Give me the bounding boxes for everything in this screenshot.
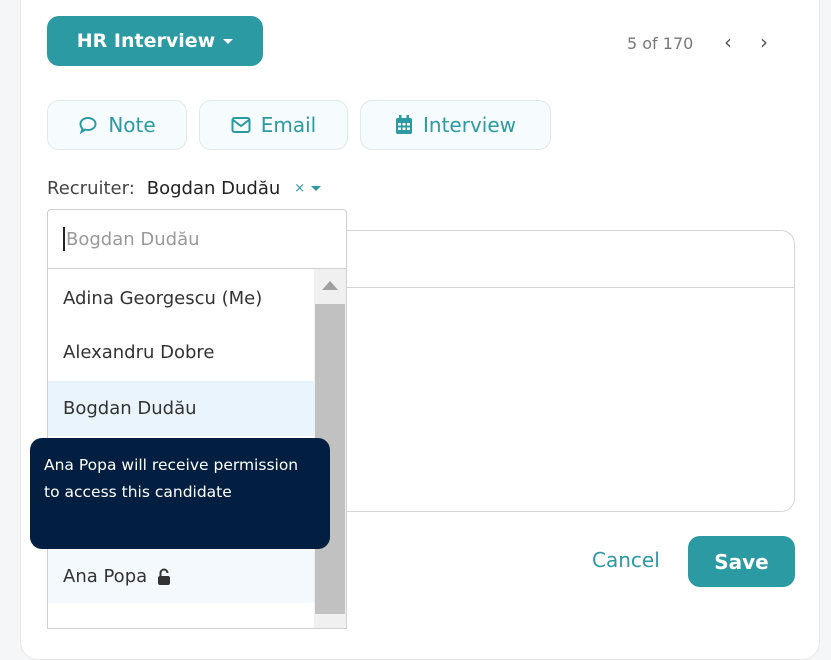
interview-button[interactable]: Interview xyxy=(360,100,551,150)
cancel-button[interactable]: Cancel xyxy=(592,548,660,572)
text-cursor xyxy=(63,227,65,251)
calendar-icon xyxy=(396,115,412,134)
option-label: Ana Popa xyxy=(63,566,148,587)
option-alexandru-dobre[interactable]: Alexandru Dobre xyxy=(48,325,314,380)
recruiter-dropdown: Bogdan Dudău Adina Georgescu (Me) Alexan… xyxy=(47,209,347,629)
recruiter-label: Recruiter: xyxy=(47,178,135,199)
option-label: Alexandru Dobre xyxy=(63,342,215,363)
option-adina-georgescu[interactable]: Adina Georgescu (Me) xyxy=(48,271,314,326)
search-placeholder: Bogdan Dudău xyxy=(66,228,200,250)
email-button[interactable]: Email xyxy=(199,100,348,150)
caret-down-icon[interactable] xyxy=(311,186,322,191)
stage-label: HR Interview xyxy=(76,30,216,52)
clear-icon[interactable]: × xyxy=(294,181,305,196)
note-editor[interactable] xyxy=(320,230,795,512)
chat-bubble-icon xyxy=(79,116,97,135)
pager-count: 5 of 170 xyxy=(627,34,694,53)
permission-tooltip: Ana Popa will receive permission to acce… xyxy=(30,438,330,549)
recruiter-field: Recruiter: Bogdan Dudău × xyxy=(47,178,322,199)
option-label: Bogdan Dudău xyxy=(63,398,197,419)
note-label: Note xyxy=(108,113,156,137)
interview-label: Interview xyxy=(423,113,516,137)
prev-arrow-icon[interactable]: ‹ xyxy=(718,30,738,54)
recruiter-value[interactable]: Bogdan Dudău xyxy=(147,178,281,199)
email-label: Email xyxy=(260,113,317,137)
save-button[interactable]: Save xyxy=(688,536,795,587)
note-button[interactable]: Note xyxy=(47,100,187,150)
envelope-icon xyxy=(231,117,251,133)
next-arrow-icon[interactable]: › xyxy=(754,30,774,54)
option-bogdan-dudau[interactable]: Bogdan Dudău xyxy=(48,381,314,436)
option-ana-popa[interactable]: Ana Popa xyxy=(48,550,314,603)
scroll-up-arrow-icon[interactable] xyxy=(322,281,338,290)
unlock-icon xyxy=(158,568,171,585)
editor-divider xyxy=(321,287,794,288)
option-label: Adina Georgescu (Me) xyxy=(63,288,263,309)
stage-dropdown-button[interactable]: HR Interview xyxy=(47,16,263,66)
caret-down-icon xyxy=(223,38,234,44)
recruiter-search-input[interactable]: Bogdan Dudău xyxy=(48,210,346,269)
